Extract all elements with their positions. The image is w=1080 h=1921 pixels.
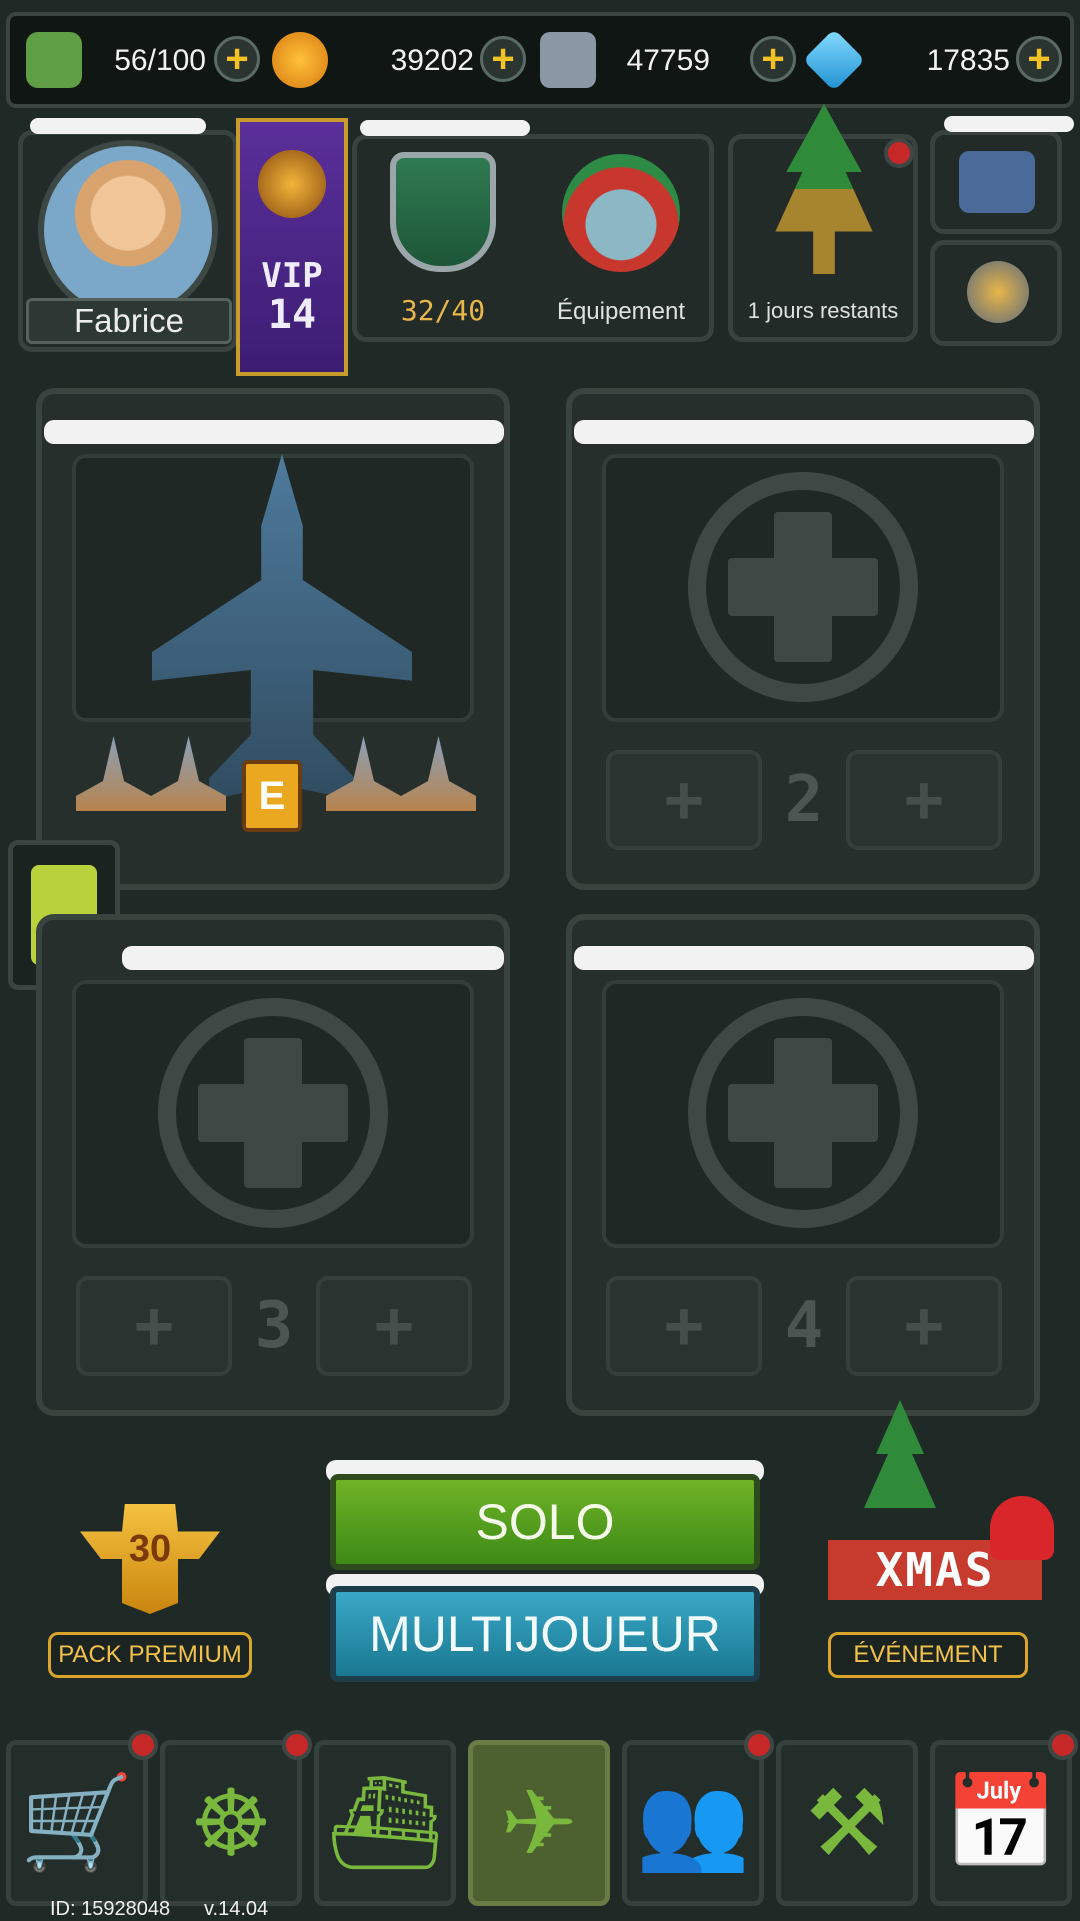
shop-badge — [128, 1730, 158, 1760]
gems-value: 17835 — [926, 44, 1010, 77]
vip-label: VIP — [261, 256, 323, 296]
multiplayer-button[interactable]: MULTIJOUEUR — [330, 1586, 760, 1682]
calendar-icon: 📅 — [943, 1771, 1059, 1874]
medal-button[interactable] — [930, 240, 1062, 346]
plus-icon — [198, 1084, 348, 1142]
wingman-left-icon — [76, 736, 226, 811]
add-wingman-left-button[interactable]: + — [606, 1276, 762, 1376]
slot-4-hangar — [602, 980, 1004, 1248]
player-name: Fabrice — [26, 298, 232, 344]
slot-number: 4 — [784, 1289, 824, 1363]
add-fuel-button[interactable]: + — [214, 36, 260, 82]
equipment-button[interactable]: Équipement — [536, 142, 706, 334]
battleship-icon: ⛴ — [326, 1771, 444, 1874]
nav-social[interactable]: 👥 — [622, 1740, 764, 1906]
add-wingman-right-button[interactable]: + — [846, 750, 1002, 850]
christmas-tree-icon — [864, 1400, 936, 1508]
nav-wheel[interactable]: ☸ — [160, 1740, 302, 1906]
premium-pack-label: PACK PREMIUM — [48, 1632, 252, 1678]
snow-decoration — [574, 420, 1034, 444]
event-button[interactable]: XMAS ÉVÉNEMENT — [822, 1400, 1058, 1690]
rank-progress: 32/40 — [400, 294, 486, 327]
gold-coin-icon — [272, 32, 328, 88]
rank-shield-icon — [390, 152, 496, 272]
rank-button[interactable]: 32/40 — [360, 142, 526, 334]
snow-decoration — [122, 946, 504, 970]
add-parts-button[interactable]: + — [750, 36, 796, 82]
nav-ship[interactable]: ⛴ — [314, 1740, 456, 1906]
slot-machine-icon — [959, 151, 1035, 213]
equipment-label: Équipement — [556, 298, 686, 325]
plane-slot-4[interactable]: + 4 + — [566, 914, 1040, 1416]
friends-icon: 👥 — [635, 1771, 751, 1874]
medal-icon — [967, 261, 1029, 323]
add-wingman-right-button[interactable]: + — [316, 1276, 472, 1376]
nav-plane[interactable]: ✈ — [468, 1740, 610, 1906]
santa-pilot-icon — [562, 154, 680, 272]
vip-banner[interactable]: VIP 14 — [236, 118, 348, 376]
slot-machine-button[interactable] — [930, 130, 1062, 234]
notification-badge — [884, 138, 914, 168]
solo-button[interactable]: SOLO — [330, 1474, 760, 1570]
snow-decoration — [944, 116, 1074, 132]
snow-decoration — [360, 120, 530, 136]
calendar-badge — [1048, 1730, 1078, 1760]
parts-value: 47759 — [626, 44, 710, 77]
fuel-value: 56/100 — [114, 44, 206, 77]
event-label: ÉVÉNEMENT — [828, 1632, 1028, 1678]
nav-calendar[interactable]: 📅 — [930, 1740, 1072, 1906]
vip-emblem-icon — [258, 150, 326, 218]
nav-shop[interactable]: 🛒 — [6, 1740, 148, 1906]
vip-level: 14 — [267, 292, 317, 338]
add-gems-button[interactable]: + — [1016, 36, 1062, 82]
slot-1-badge: E — [242, 760, 302, 832]
premium-badge-value: 30 — [128, 1528, 172, 1570]
avatar[interactable] — [38, 140, 218, 320]
add-wingman-left-button[interactable]: + — [76, 1276, 232, 1376]
cart-icon: 🛒 — [19, 1771, 135, 1874]
tools-icon: ⚒ — [805, 1772, 889, 1875]
add-gold-button[interactable]: + — [480, 36, 526, 82]
snow-decoration — [30, 118, 206, 134]
slot-2-hangar — [602, 454, 1004, 722]
footer-id: ID: 15928048 — [50, 1898, 171, 1920]
plus-icon — [728, 558, 878, 616]
plane-slot-1[interactable]: E — [36, 388, 510, 890]
nav-workshop[interactable]: ⚒ — [776, 1740, 918, 1906]
slot-number: 2 — [784, 763, 824, 837]
santa-hat-icon — [990, 1496, 1054, 1560]
plus-icon — [728, 1084, 878, 1142]
footer-version: v.14.04 — [204, 1898, 269, 1920]
gold-value: 39202 — [390, 44, 474, 77]
plane-slot-2[interactable]: + 2 + — [566, 388, 1040, 890]
add-wingman-left-button[interactable]: + — [606, 750, 762, 850]
premium-pack-button[interactable]: 30 PACK PREMIUM — [48, 1490, 252, 1690]
event-trophy-label: 1 jours restants — [747, 298, 899, 323]
snow-decoration — [574, 946, 1034, 970]
wingman-right-icon — [326, 736, 476, 811]
slot-3-hangar — [72, 980, 474, 1248]
add-wingman-right-button[interactable]: + — [846, 1276, 1002, 1376]
plane-slot-3[interactable]: + 3 + — [36, 914, 510, 1416]
wheel-badge — [282, 1730, 312, 1760]
jet-icon: ✈ — [500, 1772, 578, 1875]
snow-decoration — [44, 420, 504, 444]
slot-number: 3 — [254, 1289, 294, 1363]
social-badge — [744, 1730, 774, 1760]
wheel-icon: ☸ — [189, 1772, 273, 1875]
